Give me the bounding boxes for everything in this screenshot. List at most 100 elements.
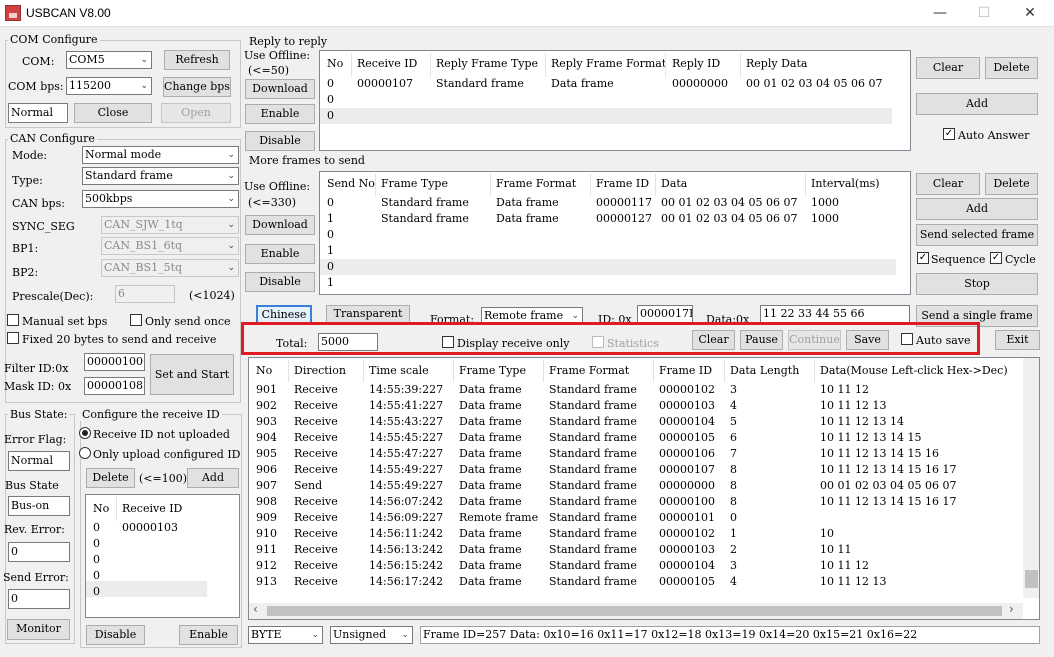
refresh-button[interactable]: Refresh	[164, 50, 230, 70]
column-header: Reply Data	[746, 57, 808, 70]
mode-select[interactable]: Normal mode ⌄	[82, 146, 239, 164]
more-enable-button[interactable]: Enable	[245, 244, 315, 264]
column-header: Reply Frame Format	[551, 57, 667, 70]
column-header: Reply ID	[672, 57, 721, 70]
receive-id-table[interactable]: No Receive ID 0 00000103 0 0 0 0	[85, 494, 240, 618]
delete-receive-id-button[interactable]: Delete	[86, 468, 135, 488]
more-download-button[interactable]: Download	[245, 215, 315, 235]
type-label: Type:	[12, 174, 43, 187]
only-upload-configured-radio[interactable]	[79, 447, 91, 459]
window-title: USBCAN V8.00	[26, 6, 111, 20]
reply-clear-button[interactable]: Clear	[916, 57, 980, 79]
prescale-field[interactable]: 6	[115, 285, 175, 303]
cell: 00000105	[659, 431, 715, 444]
filter-id-field[interactable]: 00000100	[84, 353, 145, 371]
bp1-label: BP1:	[12, 242, 39, 255]
cell: 905	[256, 447, 277, 460]
disable-receive-id-button[interactable]: Disable	[86, 625, 145, 645]
cell: 14:56:09:227	[369, 511, 444, 524]
com-bps-select[interactable]: 115200 ⌄	[66, 77, 152, 95]
enable-receive-id-button[interactable]: Enable	[179, 625, 238, 645]
manual-bps-checkbox[interactable]	[7, 314, 19, 326]
reply-delete-button[interactable]: Delete	[985, 57, 1038, 79]
column-header: Frame Type	[381, 177, 448, 190]
reply-enable-button[interactable]: Enable	[245, 104, 315, 124]
mode-label: Mode:	[12, 149, 48, 162]
decode-info-field: Frame ID=257 Data: 0x10=16 0x11=17 0x12=…	[420, 626, 1040, 644]
cell: 00000100	[659, 495, 715, 508]
cell: Standard frame	[549, 399, 637, 412]
stop-button[interactable]: Stop	[916, 273, 1038, 295]
transparent-button[interactable]: Transparent	[326, 305, 410, 323]
more-frames-table[interactable]: Send No Frame Type Frame Format Frame ID…	[319, 171, 911, 295]
sync-seg-select[interactable]: CAN_SJW_1tq ⌄	[101, 216, 239, 234]
send-selected-frame-button[interactable]: Send selected frame	[916, 224, 1038, 246]
cell: 14:55:49:227	[369, 479, 444, 492]
com-bps-label: COM bps:	[8, 80, 64, 93]
reply-disable-button[interactable]: Disable	[245, 131, 315, 151]
cell: 10 11 12	[820, 383, 869, 396]
vertical-scrollbar[interactable]	[1023, 358, 1039, 598]
cell: Standard frame	[549, 575, 637, 588]
chevron-down-icon: ⌄	[401, 630, 409, 640]
sign-select[interactable]: Unsigned ⌄	[330, 626, 413, 644]
message-log-table[interactable]: No Direction Time scale Frame Type Frame…	[248, 357, 1040, 620]
minimize-button[interactable]: —	[928, 4, 952, 22]
vertical-scrollbar-thumb[interactable]	[1025, 570, 1038, 588]
close-window-button[interactable]: ✕	[1018, 4, 1042, 22]
cell: 2	[730, 543, 737, 556]
monitor-button[interactable]: Monitor	[7, 619, 70, 640]
receive-id-not-uploaded-radio[interactable]	[79, 427, 91, 439]
column-header: Frame Format	[549, 364, 630, 377]
bp2-select[interactable]: CAN_BS1_5tq ⌄	[101, 259, 239, 277]
scroll-left-icon[interactable]: ‹	[253, 602, 258, 616]
more-add-button[interactable]: Add	[916, 198, 1038, 220]
send-once-checkbox[interactable]	[130, 314, 142, 326]
cell: Receive	[294, 575, 338, 588]
column-header: Frame Format	[496, 177, 577, 190]
fixed20-checkbox[interactable]	[7, 332, 19, 344]
cell: 912	[256, 559, 277, 572]
more-disable-button[interactable]: Disable	[245, 272, 315, 292]
cycle-checkbox[interactable]: ✓	[990, 252, 1002, 264]
frame-data-field[interactable]: 11 22 33 44 55 66	[760, 305, 910, 323]
com-port-select[interactable]: COM5 ⌄	[66, 51, 152, 69]
cell: Standard frame	[381, 196, 469, 209]
display-unit-select[interactable]: BYTE ⌄	[248, 626, 323, 644]
cell: Receive	[294, 447, 338, 460]
open-com-button[interactable]: Open	[161, 103, 231, 123]
bp1-select[interactable]: CAN_BS1_6tq ⌄	[101, 237, 239, 255]
can-bps-select[interactable]: 500kbps ⌄	[82, 190, 239, 208]
set-and-start-button[interactable]: Set and Start	[150, 354, 234, 395]
column-divider	[543, 360, 544, 382]
scroll-right-icon[interactable]: ›	[1009, 602, 1014, 616]
maximize-button[interactable]: ☐	[972, 4, 996, 22]
add-receive-id-button[interactable]: Add	[187, 468, 239, 488]
horizontal-scrollbar-thumb[interactable]	[267, 606, 1002, 616]
cell: Standard frame	[549, 511, 637, 524]
highlight-annotation-box	[241, 322, 980, 355]
close-com-button[interactable]: Close	[74, 103, 152, 123]
reply-download-button[interactable]: Download	[245, 79, 315, 99]
more-use-offline-label: Use Offline:	[244, 180, 311, 193]
cell: 1	[327, 244, 334, 257]
mask-id-field[interactable]: 00000108	[84, 377, 145, 395]
auto-answer-checkbox[interactable]: ✓	[943, 128, 955, 140]
column-divider	[545, 53, 546, 77]
frame-type-select[interactable]: Standard frame ⌄	[82, 167, 239, 185]
exit-button[interactable]: Exit	[995, 330, 1040, 350]
frame-id-field[interactable]: 0000017F	[637, 305, 693, 323]
reply-table[interactable]: No Receive ID Reply Frame Type Reply Fra…	[319, 50, 911, 151]
sequence-checkbox[interactable]: ✓	[917, 252, 929, 264]
more-delete-button[interactable]: Delete	[985, 173, 1038, 195]
cell: 14:56:11:242	[369, 527, 444, 540]
cell: 0	[730, 511, 737, 524]
more-clear-button[interactable]: Clear	[916, 173, 980, 195]
column-divider	[814, 360, 815, 382]
reply-add-button[interactable]: Add	[916, 93, 1038, 115]
manual-bps-label: Manual set bps	[22, 315, 108, 328]
cell: 0	[327, 77, 334, 90]
change-bps-button[interactable]: Change bps	[163, 77, 231, 97]
more-frames-title: More frames to send	[249, 154, 365, 167]
reply-limit-label: (<=50)	[248, 64, 290, 77]
